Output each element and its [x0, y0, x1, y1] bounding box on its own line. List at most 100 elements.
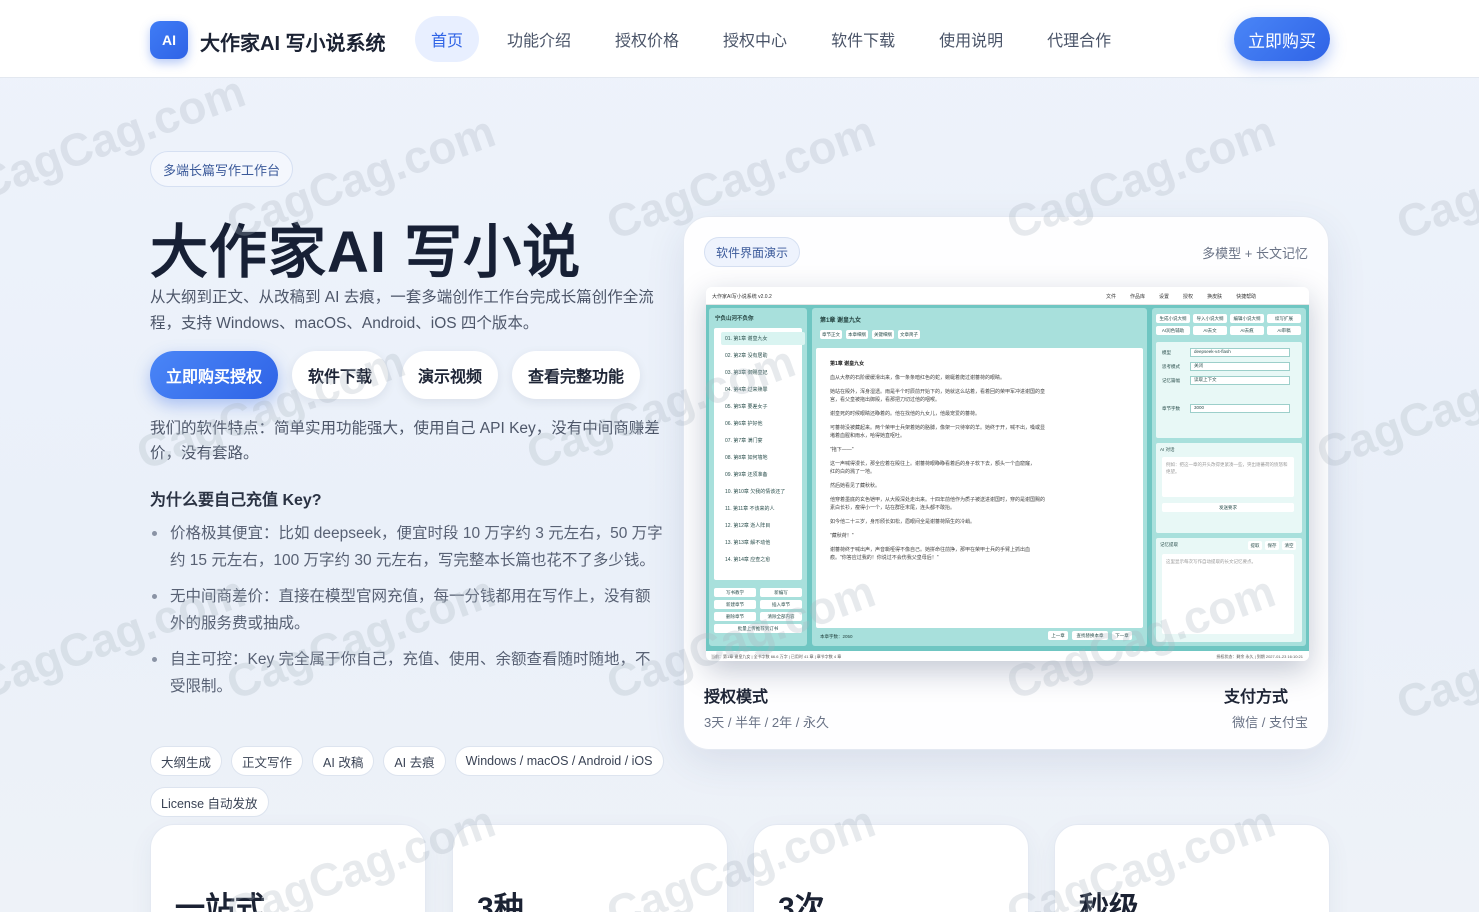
stat-card: 一站式: [150, 824, 426, 912]
ai-chat-box: AI 对话 例如：把这一章的开头改得更紧凑一些，突出谢蕃荷的愤怒和绝望。 发送要…: [1156, 443, 1302, 533]
screenshot-button: AI审稿: [1267, 326, 1301, 335]
chip-license: License 自动发放: [150, 787, 269, 817]
screenshot-button: 续写扩展: [1267, 314, 1301, 323]
screenshot-menu-item: 设置: [1159, 294, 1170, 300]
demo-subtitle: 多模型 + 长文记忆: [1202, 246, 1308, 261]
screenshot-button: AI去痕: [1230, 326, 1264, 335]
chip-outline: 大纲生成: [150, 746, 223, 776]
document-line: "藏秋荷！": [830, 533, 854, 539]
list-item: 06. 第6章 护好他: [725, 421, 763, 427]
why-key-list: 价格极其便宜：比如 deepseek，便宜时段 10 万字约 3 元左右，50 …: [150, 520, 665, 709]
payment-value: 微信 / 支付宝: [1232, 715, 1308, 730]
demo-card: 软件界面演示 多模型 + 长文记忆 大作家AI写小说系统 v2.0.2 文件 作…: [683, 216, 1329, 750]
screenshot-button: 生成小说大纲: [1156, 314, 1190, 323]
word-count-label: 章节字数: [1162, 406, 1180, 411]
watermark: CagCag.com: [0, 64, 252, 210]
memory-textarea: 这里显示每次写作自动提取的长文记忆要点。: [1162, 554, 1294, 634]
buy-license-button[interactable]: 立即购买授权: [150, 351, 279, 399]
list-item: 11. 第11章 不该来的人: [725, 506, 775, 512]
chip-rewrite: AI 改稿: [312, 746, 375, 776]
list-item: 02. 第2章 没有居助: [725, 353, 768, 359]
stat-card: 3次: [753, 824, 1029, 912]
license-mode-label: 授权模式: [704, 689, 769, 706]
nav-guide[interactable]: 使用说明: [923, 16, 1019, 62]
document-line: "拖下——": [830, 447, 854, 453]
header-buy-button[interactable]: 立即购买: [1234, 17, 1330, 61]
ai-chat-title: AI 对话: [1160, 447, 1175, 452]
document-word-count: 本章字数：2050: [820, 634, 853, 639]
document-heading: 第1章 谢皇九女: [830, 361, 865, 367]
setting-select: deepseek-v4-flash: [1190, 348, 1290, 357]
chapter-pane: 宁负山河不负你 01. 第1章 谢皇九女 02. 第2章 没有居助 03. 第3…: [709, 308, 807, 646]
screenshot-button: 批量上传推荐到订书: [714, 624, 802, 633]
screenshot-button: 删除章节: [714, 612, 756, 621]
screenshot-body: 宁负山河不负你 01. 第1章 谢皇九女 02. 第2章 没有居助 03. 第3…: [706, 305, 1309, 651]
chip-writing: 正文写作: [231, 746, 304, 776]
list-item: 05. 第5章 要差女子: [725, 404, 768, 410]
main-nav: 首页 功能介绍 授权价格 授权中心 软件下载 使用说明 代理合作: [415, 16, 1139, 62]
all-features-button[interactable]: 查看完整功能: [512, 351, 641, 399]
screenshot-button: AI润色辅助: [1156, 326, 1190, 335]
top-header: AI 大作家AI 写小说系统 首页 功能介绍 授权价格 授权中心 软件下载 使用…: [0, 0, 1479, 78]
nav-home[interactable]: 首页: [415, 16, 480, 62]
setting-label: 模型: [1162, 350, 1171, 355]
document-line: 然后她看见了藏秋秋。: [830, 483, 881, 489]
editor-pane: 第1章 谢皇九女 章节正文 本章细纲 关键细纲 文章简子 第1章 谢皇九女 血从…: [812, 308, 1147, 646]
ai-chat-input: 例如：把这一章的开头改得更紧凑一些，突出谢蕃荷的愤怒和绝望。: [1162, 457, 1294, 497]
list-item: 04. 第4章 过来赎罪: [725, 387, 768, 393]
brand-name[interactable]: 大作家AI 写小说系统: [200, 27, 386, 56]
document-line: 红的白的溅了一地。: [830, 469, 876, 475]
list-item: 10. 第10章 欠我的情该还了: [725, 489, 786, 495]
list-item: 13. 第13章 解不动他: [725, 540, 771, 546]
nav-download[interactable]: 软件下载: [815, 16, 911, 62]
chapter-heading: 第1章 谢皇九女: [820, 318, 862, 324]
document-line: 可蕃荷没被藏起来。两个荣甲士兵架着她的胳膊，像架一只待宰的羊。她终于开，喊不出，…: [830, 425, 1046, 431]
nav-agent[interactable]: 代理合作: [1031, 16, 1127, 62]
setting-select: 关闭: [1190, 362, 1290, 371]
stat-value: 秒级: [1079, 892, 1139, 912]
memory-box: 记忆提取 提取 保存 清空 这里显示每次写作自动提取的长文记忆要点。: [1156, 538, 1302, 642]
screenshot-button: 写书教学: [714, 588, 756, 597]
list-item: 价格极其便宜：比如 deepseek，便宜时段 10 万字约 3 元左右，50 …: [150, 520, 665, 574]
screenshot-button: 清除全部内容: [760, 612, 802, 621]
document-line: 如今他二十三岁，身形颀长如松，眉眼间全是谢蕃荷陌生的冷峭。: [830, 519, 976, 525]
stat-value: 一站式: [175, 892, 265, 912]
screenshot-button: 插入章节: [760, 600, 802, 609]
screenshot-button: 上一章: [1048, 631, 1068, 640]
list-item: 14. 第14章 应查之愈: [725, 557, 771, 563]
screenshot-tab: 文章简子: [898, 330, 920, 339]
screenshot-menu: 文件 作品库 设置 授权 换皮肤 快捷帮助: [1106, 293, 1256, 300]
screenshot-button: 查找替换本章: [1072, 631, 1108, 640]
download-button[interactable]: 软件下载: [292, 351, 389, 399]
settings-box: 模型 deepseek-v4-flash 思考模式 关闭 记忆篇幅 读取上下文 …: [1156, 342, 1302, 438]
demo-tag: 软件界面演示: [704, 237, 801, 267]
payment-label: 支付方式: [1223, 689, 1288, 706]
chip-dedup: AI 去痕: [383, 746, 446, 776]
setting-label: 记忆篇幅: [1162, 378, 1180, 383]
memory-title: 记忆提取: [1160, 542, 1178, 547]
app-screenshot: 大作家AI写小说系统 v2.0.2 文件 作品库 设置 授权 换皮肤 快捷帮助 …: [706, 287, 1309, 661]
document-line: 谢皇死的时候眼睛还睁着的。他在找他的九女儿，他最宠爱的蕃荷。: [830, 411, 981, 417]
hero-description: 从大纲到正文、从改稿到 AI 去痕，一套多端创作工作台完成长篇创作全流程，支持 …: [150, 289, 654, 332]
chip-platforms: Windows / macOS / Android / iOS: [454, 746, 664, 776]
screenshot-button: 新建章节: [714, 600, 756, 609]
nav-pricing[interactable]: 授权价格: [599, 16, 695, 62]
stat-card: 秒级: [1054, 824, 1330, 912]
feature-chips: 大纲生成 正文写作 AI 改稿 AI 去痕 Windows / macOS / …: [150, 746, 670, 819]
why-key-heading: 为什么要自己充值 Key?: [150, 492, 322, 509]
screenshot-button: 新编写: [760, 588, 802, 597]
screenshot-tab: 关键细纲: [872, 330, 894, 339]
logo-icon[interactable]: AI: [150, 21, 188, 59]
document-line: 血从大祭的石阶缓缓滑出来，像一条条暗红色的蛇，蜿蜒着爬过谢蕃荷的眼睛。: [830, 375, 1006, 381]
demo-video-button[interactable]: 演示视频: [402, 351, 499, 399]
document-line: 谢蕃荷终于喊出声，声音嘶哑得不像自己。她拼命往前挣，那甲在荣甲士兵的手臂上抓出血: [830, 547, 1031, 553]
document-line: 痕。"你答应过我的！你说过不会伤我父皇母后！": [830, 555, 939, 561]
nav-features[interactable]: 功能介绍: [491, 16, 587, 62]
word-count-input: 3000: [1190, 404, 1290, 413]
screenshot-menu-item: 作品库: [1130, 294, 1146, 300]
screenshot-tab: 章节正文: [820, 330, 842, 339]
document-line: 素白长衫，瘦得小一个，站在群臣末尾，连头都不敢抬。: [830, 505, 956, 511]
screenshot-menu-item: 换皮肤: [1207, 294, 1223, 300]
cta-row: 立即购买授权 软件下载 演示视频 查看完整功能: [150, 351, 641, 399]
nav-license-center[interactable]: 授权中心: [707, 16, 803, 62]
